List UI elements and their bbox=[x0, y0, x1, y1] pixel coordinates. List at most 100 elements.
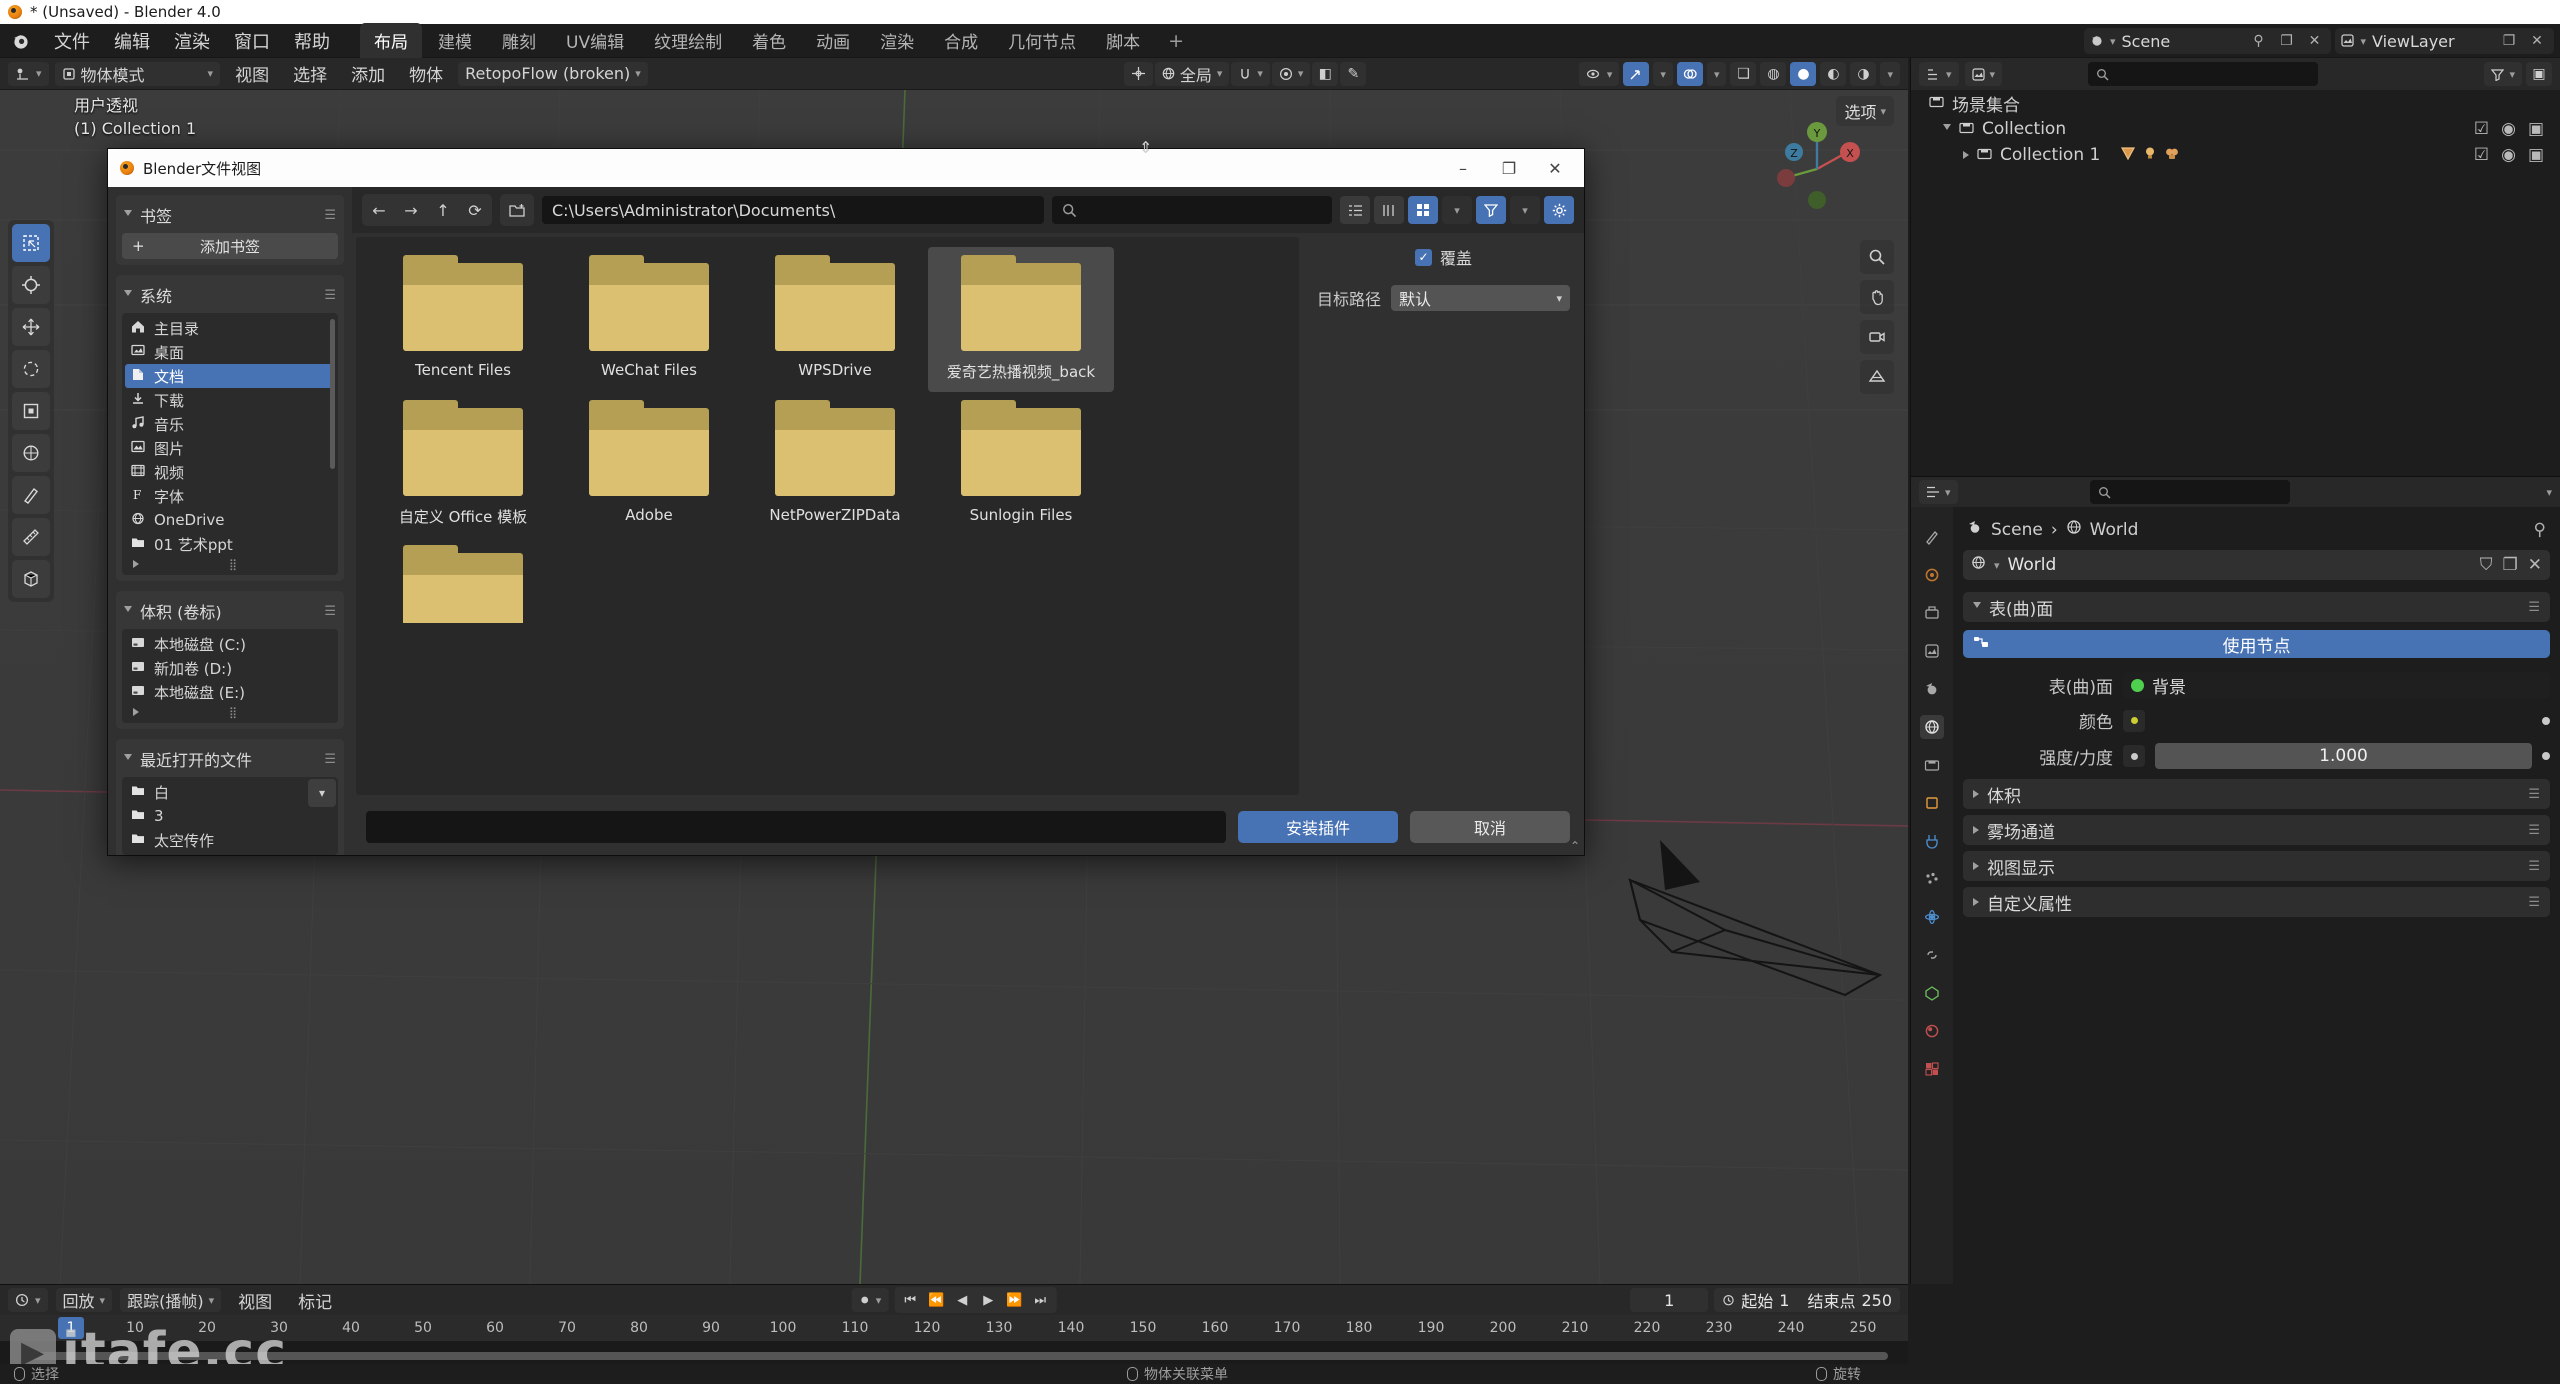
gizmo-toggle-icon[interactable] bbox=[1623, 62, 1650, 86]
xray-mode-icon[interactable]: ❑ bbox=[1730, 62, 1757, 86]
filter-icon[interactable] bbox=[1476, 196, 1506, 224]
tool-select-box-icon[interactable] bbox=[12, 224, 50, 262]
file-item-partial[interactable] bbox=[370, 537, 556, 643]
tool-annotate-icon[interactable] bbox=[12, 476, 50, 514]
camera-icon[interactable]: ▣ bbox=[2528, 119, 2544, 139]
camera-icon[interactable]: ▣ bbox=[2528, 145, 2544, 165]
remove-scene-icon[interactable]: ✕ bbox=[2303, 30, 2325, 52]
viewport-menu-select[interactable]: 选择 bbox=[284, 59, 336, 88]
retopoflow-menu[interactable]: RetopoFlow (broken) ▾ bbox=[458, 61, 648, 86]
pin-icon[interactable]: ⚲ bbox=[2534, 520, 2546, 540]
blender-menu-icon[interactable] bbox=[10, 30, 32, 52]
timeline-menu-view[interactable]: 视图 bbox=[229, 1286, 281, 1315]
menu-render[interactable]: 渲染 bbox=[162, 25, 222, 57]
outliner-row-collection-1[interactable]: Collection 1 ☑ ◉ ▣ bbox=[1911, 142, 2560, 168]
copy-viewlayer-icon[interactable]: ❐ bbox=[2498, 30, 2520, 52]
sidebar-item-pictures[interactable]: 图片 bbox=[125, 436, 335, 460]
file-item[interactable]: Sunlogin Files bbox=[928, 392, 1114, 537]
file-grid-area[interactable]: Tencent Files WeChat Files WPSDrive 爱奇艺热… bbox=[356, 237, 1299, 795]
sidebar-item-music[interactable]: 音乐 bbox=[125, 412, 335, 436]
copy-datablock-icon[interactable]: ❐ bbox=[2503, 555, 2518, 575]
menu-window[interactable]: 窗口 bbox=[222, 25, 282, 57]
chevron-down-icon[interactable]: ▾ bbox=[1994, 559, 2000, 572]
annotate-icon[interactable]: ✎ bbox=[1340, 61, 1367, 86]
system-header[interactable]: 系统 ☰ bbox=[122, 281, 338, 313]
shading-material-icon[interactable]: ◐ bbox=[1820, 62, 1847, 86]
tool-measure-icon[interactable] bbox=[12, 518, 50, 556]
play-reverse-icon[interactable]: ◀ bbox=[950, 1289, 974, 1311]
pin-icon[interactable]: ⚲ bbox=[2247, 30, 2269, 52]
light-icon[interactable] bbox=[2142, 145, 2158, 166]
tab-rendering[interactable]: 渲染 bbox=[866, 23, 928, 58]
recent-list-dropdown-icon[interactable]: ▾ bbox=[308, 779, 336, 807]
surface-value-field[interactable]: 背景 bbox=[2123, 672, 2550, 698]
tab-sculpting[interactable]: 雕刻 bbox=[488, 23, 550, 58]
properties-search-input[interactable] bbox=[2089, 480, 2290, 504]
strength-slider[interactable]: 1.000 bbox=[2155, 743, 2532, 769]
chevron-down-icon[interactable] bbox=[1943, 124, 1951, 134]
tab-geometry-nodes[interactable]: 几何节点 bbox=[994, 23, 1090, 58]
tab-modifiers-icon[interactable] bbox=[1920, 829, 1944, 853]
outliner-row-collection[interactable]: Collection ☑ ◉ ▣ bbox=[1911, 116, 2560, 142]
auto-keying-icon[interactable]: ▾ bbox=[851, 1288, 889, 1312]
sidebar-item-art-ppt[interactable]: 01 艺术ppt bbox=[125, 532, 335, 556]
tab-texture-icon[interactable] bbox=[1920, 1057, 1944, 1081]
timeline-horizontal-scrollbar[interactable] bbox=[28, 1352, 1888, 1360]
tab-physics-icon[interactable] bbox=[1920, 905, 1944, 929]
properties-editor-type-icon[interactable]: ▾ bbox=[1919, 480, 1958, 504]
file-browser-dialog[interactable]: Blender文件视图 – ❐ ✕ ← → ↑ ⟳ C:\Users\Admin… bbox=[107, 148, 1585, 856]
editor-type-selector[interactable]: ▾ bbox=[8, 61, 49, 86]
file-item[interactable]: 自定义 Office 模板 bbox=[370, 392, 556, 537]
overwrite-checkbox-row[interactable]: ✓ 覆盖 bbox=[1317, 245, 1570, 269]
tab-shading[interactable]: 着色 bbox=[738, 23, 800, 58]
sidebar-item-fonts[interactable]: F 字体 bbox=[125, 484, 335, 508]
back-arrow-icon[interactable]: ← bbox=[364, 196, 394, 224]
sidebar-item-volume-d[interactable]: 新加卷 (D:) bbox=[125, 656, 335, 680]
shading-wireframe-icon[interactable]: ◍ bbox=[1760, 62, 1787, 86]
file-item[interactable]: Tencent Files bbox=[370, 247, 556, 392]
file-item[interactable]: Adobe bbox=[556, 392, 742, 537]
sidebar-item-downloads[interactable]: 下载 bbox=[125, 388, 335, 412]
sidebar-item-documents[interactable]: 文档 bbox=[125, 364, 335, 388]
system-list-scrollbar[interactable] bbox=[330, 319, 335, 469]
recent-item-space[interactable]: 太空传作 bbox=[125, 828, 335, 852]
sidebar-item-home[interactable]: 主目录 bbox=[125, 316, 335, 340]
snap-toggle-icon[interactable]: ▾ bbox=[1231, 61, 1270, 86]
transform-orientation-selector[interactable]: 全局 ▾ bbox=[1154, 61, 1230, 86]
volumes-list-more[interactable]: ⣿ bbox=[125, 704, 335, 720]
target-path-select[interactable]: 默认 ▾ bbox=[1391, 285, 1570, 311]
zoom-icon[interactable] bbox=[1860, 240, 1894, 274]
close-icon[interactable]: ✕ bbox=[1532, 149, 1578, 187]
breadcrumb-scene-label[interactable]: Scene bbox=[1991, 520, 2043, 540]
color-socket-icon[interactable] bbox=[2123, 709, 2145, 732]
system-list-more[interactable]: ⣿ bbox=[125, 556, 335, 572]
parent-dir-icon[interactable]: ↑ bbox=[428, 196, 458, 224]
tab-texture-paint[interactable]: 纹理绘制 bbox=[640, 23, 736, 58]
sidebar-item-desktop[interactable]: 桌面 bbox=[125, 340, 335, 364]
world-datablock-field[interactable]: ▾ World ⛉ ❐ ✕ bbox=[1963, 550, 2550, 580]
display-list-horizontal-icon[interactable] bbox=[1374, 196, 1404, 224]
volumes-header[interactable]: 体积 (卷标) ☰ bbox=[122, 597, 338, 629]
panel-surface-header[interactable]: 表(曲)面 ☰ bbox=[1963, 592, 2550, 622]
add-bookmark-button[interactable]: + 添加书签 bbox=[122, 233, 338, 259]
forward-arrow-icon[interactable]: → bbox=[396, 196, 426, 224]
recent-item-3[interactable]: 3 bbox=[125, 804, 335, 828]
tab-render-icon[interactable] bbox=[1920, 563, 1944, 587]
panel-custom-props-header[interactable]: 自定义属性 ☰ bbox=[1963, 887, 2550, 917]
tab-uv-editing[interactable]: UV编辑 bbox=[552, 23, 638, 58]
eye-icon[interactable]: ◉ bbox=[2501, 119, 2516, 139]
tab-compositing[interactable]: 合成 bbox=[930, 23, 992, 58]
checkbox-icon[interactable]: ☑ bbox=[2474, 119, 2489, 139]
sidebar-item-videos[interactable]: 视频 bbox=[125, 460, 335, 484]
xray-toggle-icon[interactable]: ◧ bbox=[1312, 61, 1339, 86]
add-workspace-button[interactable]: + bbox=[1156, 26, 1196, 56]
tool-scale-icon[interactable] bbox=[12, 392, 50, 430]
use-nodes-button[interactable]: 使用节点 bbox=[1963, 630, 2550, 658]
checkbox-checked-icon[interactable]: ✓ bbox=[1414, 248, 1432, 266]
proportional-edit-icon[interactable]: ▾ bbox=[1271, 61, 1311, 86]
copy-scene-icon[interactable]: ❐ bbox=[2275, 30, 2297, 52]
timeline-menu-marker[interactable]: 标记 bbox=[289, 1286, 341, 1315]
display-thumbnails-icon[interactable] bbox=[1408, 196, 1438, 224]
filter-dropdown[interactable]: ▾ bbox=[1510, 196, 1540, 224]
display-list-vertical-icon[interactable] bbox=[1340, 196, 1370, 224]
